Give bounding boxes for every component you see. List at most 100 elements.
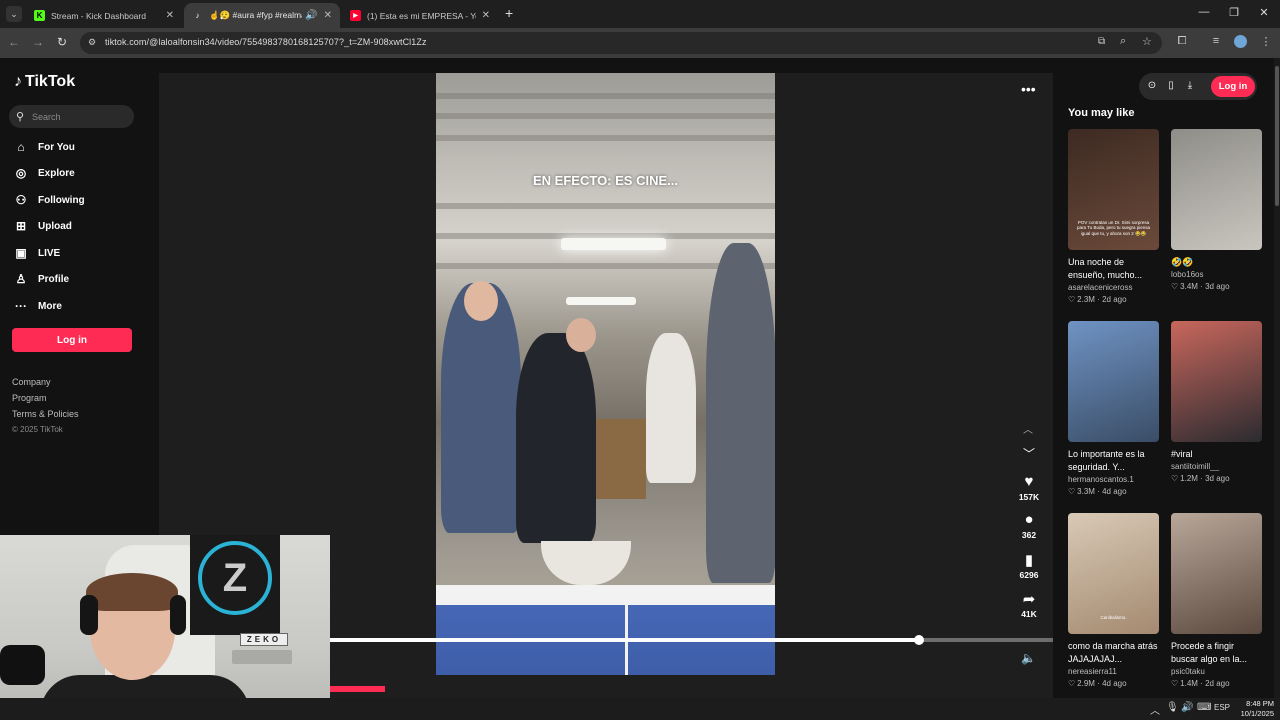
back-icon[interactable]: ←: [6, 35, 22, 49]
volume-icon[interactable]: 🔈: [1021, 651, 1036, 665]
sidebar-item-following[interactable]: ⚇ Following: [12, 190, 85, 210]
volume-tray-icon[interactable]: 🔊: [1181, 702, 1193, 713]
person: [566, 318, 596, 352]
card-author[interactable]: psic0taku: [1171, 667, 1262, 676]
zoom-icon[interactable]: ⌕: [1120, 35, 1126, 48]
video-thumbnail[interactable]: [1171, 321, 1262, 442]
tab-title: (1) Esta es mi EMPRESA - YouTube: [367, 10, 476, 21]
save-button[interactable]: ▮ 6296: [1014, 551, 1044, 580]
card-title[interactable]: 🤣🤣: [1171, 256, 1262, 269]
card-author[interactable]: lobo16os: [1171, 270, 1262, 279]
sidebar-item-more[interactable]: ··· More: [12, 296, 62, 316]
video-thumbnail[interactable]: [1068, 321, 1159, 442]
close-tab-icon[interactable]: ✕: [324, 10, 332, 21]
card-age: 3d ago: [1205, 474, 1230, 483]
heart-outline-icon: ♡: [1068, 487, 1076, 496]
suggested-video-card[interactable]: Lo importante es la seguridad. Y... herma…: [1068, 321, 1159, 496]
you-may-like-heading: You may like: [1068, 107, 1135, 119]
stream-indicator-bar: [330, 686, 385, 692]
next-video-icon[interactable]: ﹀: [1023, 445, 1035, 462]
card-title[interactable]: Procede a fingir buscar algo en la...: [1171, 640, 1262, 666]
card-author[interactable]: asarelaceniceross: [1068, 283, 1159, 292]
video-progress-bar[interactable]: [330, 635, 1053, 645]
language-indicator[interactable]: ESP: [1214, 703, 1230, 712]
extensions-icon[interactable]: ⧠: [1174, 35, 1190, 48]
card-author[interactable]: nereasierra11: [1068, 667, 1159, 676]
card-title[interactable]: #viral: [1171, 448, 1262, 461]
profile-icon: ♙: [15, 272, 27, 286]
tiktok-icon: ♪: [195, 11, 200, 20]
video-thumbnail[interactable]: [1171, 129, 1262, 250]
install-app-icon[interactable]: ⧉: [1098, 36, 1105, 47]
search-input[interactable]: [32, 109, 127, 124]
share-button[interactable]: ➦ 41K: [1014, 590, 1044, 619]
heart-outline-icon: ♡: [1171, 474, 1179, 483]
tab-youtube[interactable]: ▶ (1) Esta es mi EMPRESA - YouTube ✕: [342, 3, 498, 28]
search-box[interactable]: ⚲: [9, 105, 134, 128]
close-tab-icon[interactable]: ✕: [482, 10, 490, 21]
suggested-video-card[interactable]: POV contratas un Dr. Simi sorpresa para …: [1068, 129, 1159, 304]
restore-icon[interactable]: ❐: [1224, 6, 1244, 19]
coins-icon[interactable]: ⊙: [1145, 80, 1159, 91]
url-text[interactable]: tiktok.com/@laloalfonsin34/video/7554983…: [105, 37, 427, 47]
suggested-video-card[interactable]: 🤣🤣 lobo16os ♡ 3.4M · 3d ago: [1171, 129, 1262, 291]
bookmark-star-icon[interactable]: ☆: [1142, 35, 1152, 48]
more-options-icon[interactable]: •••: [1021, 81, 1036, 97]
sidebar-item-for-you[interactable]: ⌂ For You: [12, 137, 74, 157]
footer-link-company[interactable]: Company: [12, 377, 51, 387]
footer-link-program[interactable]: Program: [12, 393, 47, 403]
footer-link-terms[interactable]: Terms & Policies: [12, 409, 79, 419]
close-window-icon[interactable]: ✕: [1254, 6, 1274, 19]
video-player[interactable]: EN EFECTO: ES CINE...: [436, 73, 775, 675]
card-separator: ·: [1197, 282, 1206, 291]
profile-avatar-icon[interactable]: [1232, 35, 1248, 51]
top-login-button[interactable]: Log in: [1211, 76, 1255, 97]
previous-video-icon[interactable]: ︿: [1023, 421, 1033, 436]
download-icon[interactable]: ⤓: [1183, 80, 1197, 91]
close-tab-icon[interactable]: ✕: [166, 10, 174, 21]
microphone-tray-icon[interactable]: 🎙: [1166, 702, 1179, 713]
card-author[interactable]: santiitoimill__: [1171, 462, 1262, 471]
device-icon[interactable]: ▯: [1164, 80, 1178, 91]
tab-search-button[interactable]: ⌄: [6, 6, 22, 22]
card-likes: 3.3M: [1077, 487, 1095, 496]
like-button[interactable]: ♥ 157K: [1014, 473, 1044, 502]
suggested-video-card[interactable]: Canibalismo. como da marcha atrás JAJAJAJ…: [1068, 513, 1159, 688]
card-author[interactable]: hermanoscantos.1: [1068, 475, 1159, 484]
sidebar-item-explore[interactable]: ◎ Explore: [12, 163, 75, 183]
address-bar[interactable]: ⚙ tiktok.com/@laloalfonsin34/video/75549…: [80, 32, 1162, 54]
suggested-video-card[interactable]: #viral santiitoimill__ ♡ 1.2M · 3d ago: [1171, 321, 1262, 483]
site-info-icon[interactable]: ⚙: [88, 37, 96, 48]
card-title[interactable]: como da marcha atrás JAJAJAJAJ...: [1068, 640, 1159, 666]
speaker-icon[interactable]: 🔊: [305, 10, 317, 21]
comment-button[interactable]: ● 362: [1014, 511, 1044, 540]
card-title[interactable]: Una noche de ensueño, mucho...: [1068, 256, 1159, 282]
video-thumbnail[interactable]: POV contratas un Dr. Simi sorpresa para …: [1068, 129, 1159, 250]
live-icon: ▣: [15, 246, 27, 260]
suggested-video-card[interactable]: Procede a fingir buscar algo en la... psi…: [1171, 513, 1262, 688]
tab-tiktok-video[interactable]: ♪ ☝️😮‍💨 #aura #fyp #realma 🔊 ✕: [184, 3, 340, 28]
taskbar-clock[interactable]: 8:48 PM 10/1/2025: [1234, 699, 1274, 719]
video-thumbnail[interactable]: [1171, 513, 1262, 634]
thumbnail-caption: POV contratas un Dr. Simi sorpresa para …: [1076, 219, 1151, 236]
network-tray-icon[interactable]: ⌨: [1197, 702, 1211, 713]
login-button[interactable]: Log in: [12, 328, 132, 352]
sidebar-item-live[interactable]: ▣ LIVE: [12, 243, 60, 263]
sidebar-item-upload[interactable]: ⊞ Upload: [12, 216, 72, 236]
reload-icon[interactable]: ↻: [54, 35, 70, 49]
tiktok-logo[interactable]: ♪ TikTok: [14, 73, 75, 91]
tray-overflow-icon[interactable]: ︿: [1150, 702, 1160, 717]
forward-icon[interactable]: →: [30, 35, 46, 49]
thumbnail-caption: Canibalismo.: [1100, 614, 1127, 620]
card-age: 3d ago: [1205, 282, 1230, 291]
reading-list-icon[interactable]: ≡: [1208, 35, 1224, 47]
new-tab-button[interactable]: +: [505, 5, 513, 21]
browser-menu-icon[interactable]: ⋮: [1258, 35, 1274, 48]
video-thumbnail[interactable]: Canibalismo.: [1068, 513, 1159, 634]
scrollbar-thumb[interactable]: [1275, 66, 1279, 206]
minimize-icon[interactable]: —: [1194, 6, 1214, 18]
tab-kick-dashboard[interactable]: K Stream - Kick Dashboard ✕: [26, 3, 182, 28]
kick-icon: K: [34, 10, 45, 21]
sidebar-item-profile[interactable]: ♙ Profile: [12, 269, 70, 289]
card-title[interactable]: Lo importante es la seguridad. Y...: [1068, 448, 1159, 474]
